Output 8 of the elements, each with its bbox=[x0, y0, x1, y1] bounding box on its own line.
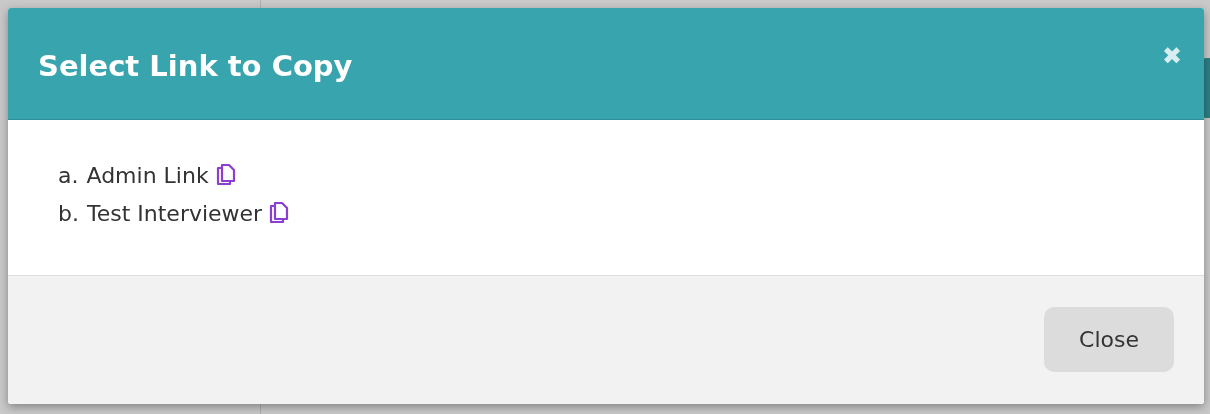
copy-icon[interactable] bbox=[268, 201, 291, 225]
link-label: Test Interviewer bbox=[86, 200, 263, 226]
list-marker: a. bbox=[58, 162, 79, 188]
close-button[interactable]: Close bbox=[1044, 307, 1174, 372]
list-marker: b. bbox=[58, 200, 79, 226]
dialog-title: Select Link to Copy bbox=[38, 48, 353, 83]
link-label: Admin Link bbox=[86, 162, 209, 188]
copy-icon[interactable] bbox=[214, 163, 237, 187]
